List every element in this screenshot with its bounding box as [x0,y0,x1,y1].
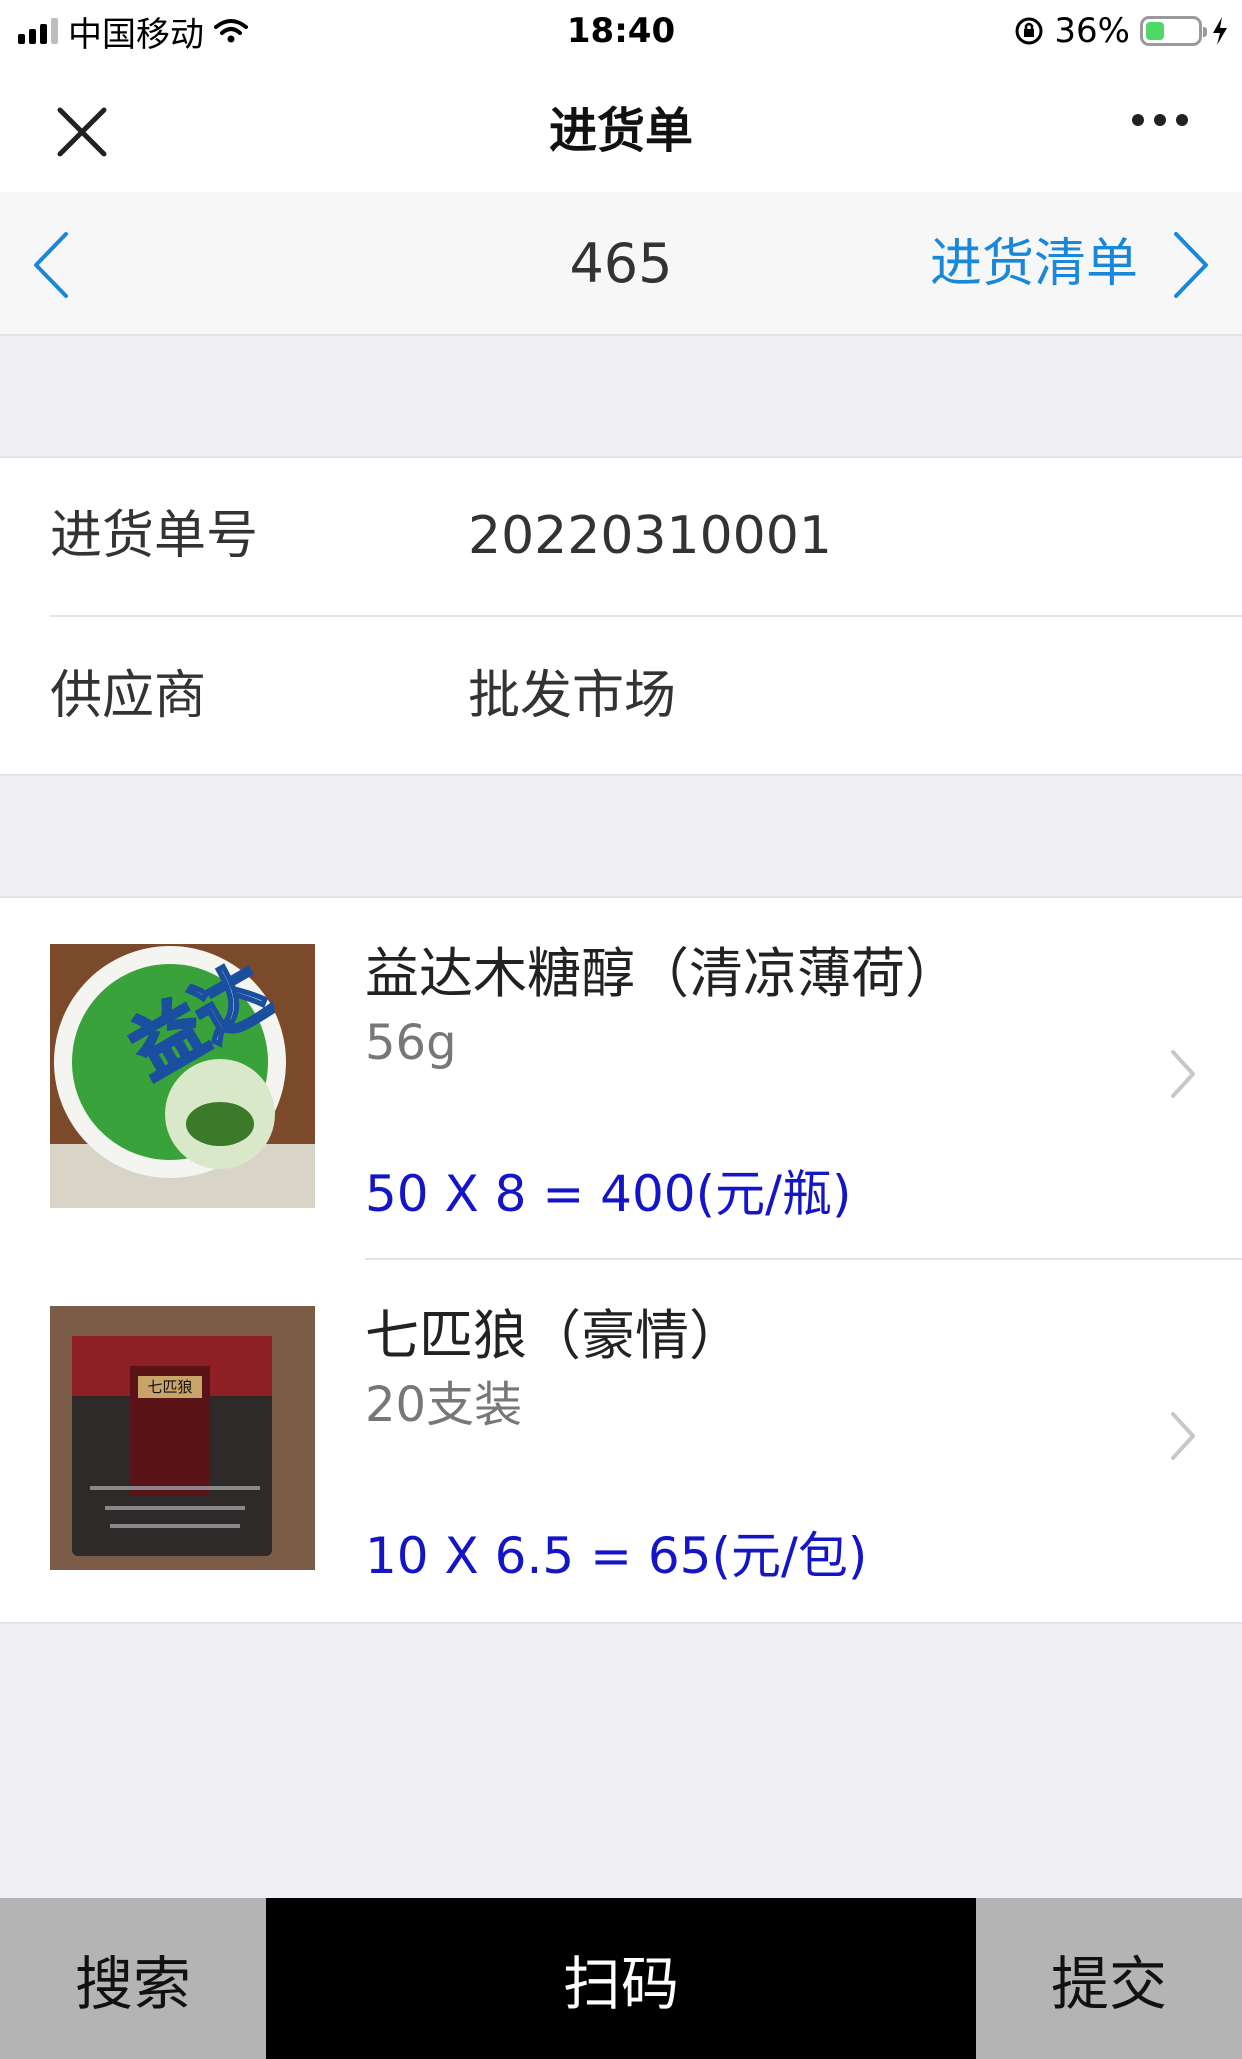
supplier-value: 批发市场 [468,666,677,726]
purchase-list-link[interactable]: 进货清单 [930,228,1138,300]
nav-bar: 进货单 [0,62,1242,192]
order-no-value: 20220310001 [468,506,832,566]
status-right: 36% [1014,8,1228,54]
product-spec: 56g [365,1015,457,1071]
page-title: 进货单 [548,103,693,159]
chevron-right-icon[interactable] [1168,230,1212,300]
chevron-right-icon [1171,1050,1195,1098]
supplier-label: 供应商 [50,666,207,726]
product-name: 七匹狼（豪情） [365,1304,743,1367]
supplier-row[interactable]: 供应商 批发市场 [0,618,1242,776]
scan-button[interactable]: 扫码 [266,1898,976,2059]
list-item[interactable]: 七匹狼 七匹狼（豪情） 20支装 10 X 6.5 = 65(元/包) [0,1260,1242,1622]
battery-percent: 36% [1054,11,1130,51]
product-list: 益达 益达木糖醇（清凉薄荷） 56g 50 X 8 = 400(元/瓶) 七匹狼 [0,896,1242,1624]
product-image-label: 七匹狼 [147,1378,192,1396]
charging-icon [1213,17,1227,45]
order-no-label: 进货单号 [50,506,259,566]
status-bar: 中国移动 18:40 36% [0,0,1242,62]
product-name: 益达木糖醇（清凉薄荷） [365,942,959,1005]
pager-bar: 465 进货清单 [0,192,1242,336]
more-icon[interactable] [1132,114,1188,126]
battery-icon [1140,16,1207,46]
list-item[interactable]: 益达 益达木糖醇（清凉薄荷） 56g 50 X 8 = 400(元/瓶) [0,898,1242,1260]
product-price: 50 X 8 = 400(元/瓶) [365,1165,852,1223]
bottom-action-bar: 搜索 扫码 提交 [0,1898,1242,2059]
product-price: 10 X 6.5 = 65(元/包) [365,1527,868,1585]
product-image: 益达 [50,944,315,1208]
product-spec: 20支装 [365,1377,523,1433]
order-no-row: 进货单号 20220310001 [0,458,1242,617]
submit-button[interactable]: 提交 [976,1898,1242,2059]
product-image: 七匹狼 [50,1306,315,1570]
order-info-section: 进货单号 20220310001 供应商 批发市场 [0,456,1242,776]
chevron-right-icon [1171,1412,1195,1460]
divider [50,615,1242,617]
search-button[interactable]: 搜索 [0,1898,266,2059]
rotation-lock-icon [1015,17,1043,45]
